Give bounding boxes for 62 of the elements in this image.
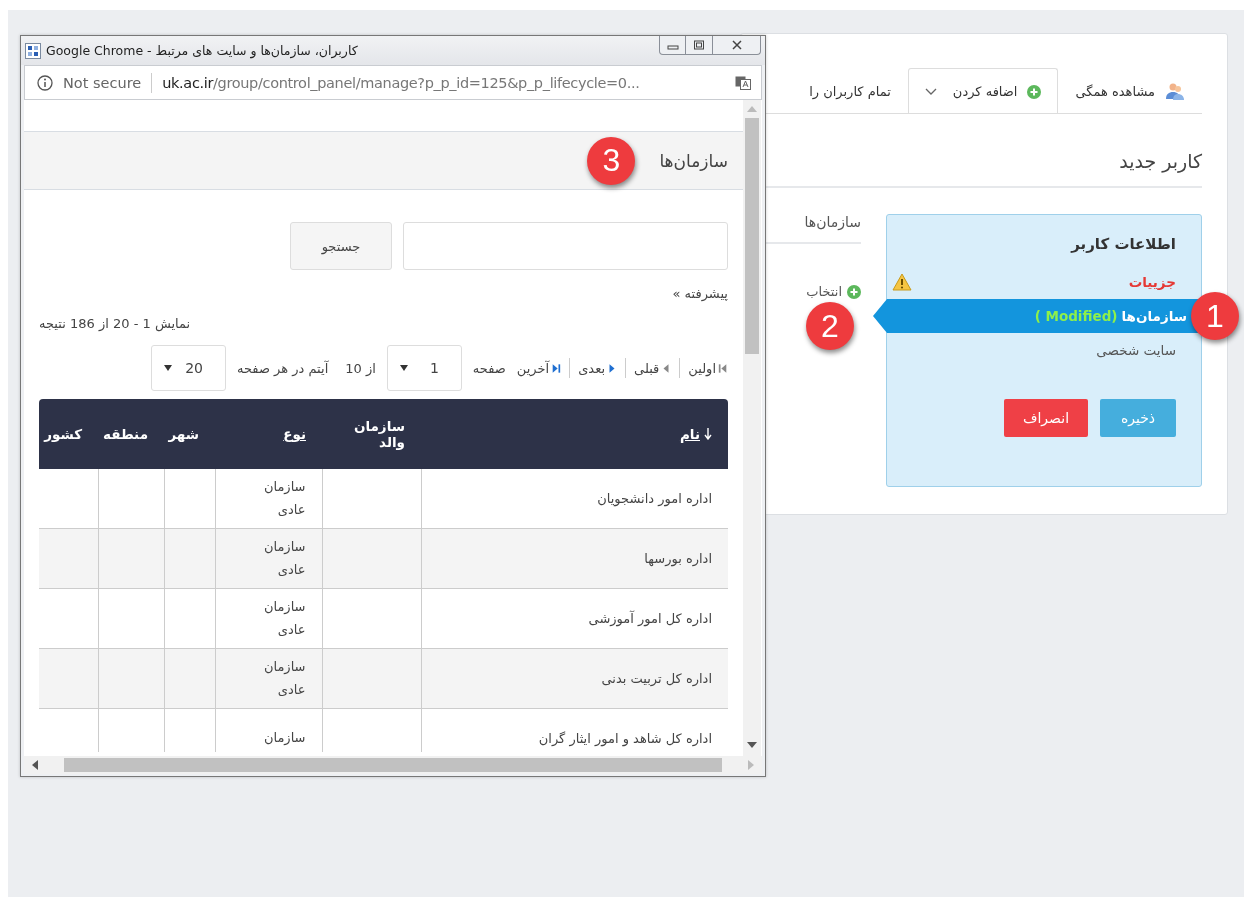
scroll-left-icon[interactable] xyxy=(32,760,38,770)
plus-icon xyxy=(847,284,861,299)
window-title: کاربران، سازمان‌ها و سایت های مرتبط - Google Chrome xyxy=(46,43,358,58)
previous-icon xyxy=(661,362,672,374)
restore-icon xyxy=(693,40,705,50)
table-cell-text: سازمان عادی xyxy=(262,597,306,639)
column-header[interactable]: نام xyxy=(421,399,728,469)
column-header: شهر xyxy=(164,399,215,469)
warning-icon xyxy=(892,273,912,291)
column-header[interactable]: نوع xyxy=(215,399,322,469)
plus-icon xyxy=(1027,84,1042,99)
maximize-button[interactable] xyxy=(686,36,713,55)
app-icon xyxy=(25,42,41,59)
column-header: سازمان والد xyxy=(322,399,421,469)
page-count: از 10 xyxy=(345,360,376,376)
caret-icon xyxy=(163,365,172,371)
info-icon[interactable] xyxy=(37,74,53,91)
column-header: منطقه xyxy=(98,399,164,469)
per-page-label: آیتم در هر صفحه xyxy=(236,360,329,376)
section-title: سازمان‌ها xyxy=(659,150,728,171)
column-header: کشور xyxy=(39,399,98,469)
advanced-link[interactable]: پیشرفته » xyxy=(672,286,728,301)
sort-arrow-icon xyxy=(704,427,712,440)
pager-link[interactable]: بعدی xyxy=(578,360,618,376)
security-label: Not secure xyxy=(63,74,142,91)
users-icon xyxy=(1165,81,1185,101)
select-link[interactable]: انتخاب xyxy=(806,284,842,299)
first-page-icon xyxy=(718,362,728,374)
vertical-scrollbar[interactable] xyxy=(743,100,761,756)
tab[interactable]: مشاهده همگی xyxy=(1058,68,1202,113)
number-badge: 2 xyxy=(806,302,854,350)
pager-link[interactable]: قبلی xyxy=(634,360,672,376)
close-icon xyxy=(730,40,743,50)
scroll-up-icon[interactable] xyxy=(747,106,757,112)
button[interactable]: انصراف xyxy=(1004,399,1088,437)
scroll-down-icon[interactable] xyxy=(747,742,757,748)
search-field[interactable] xyxy=(403,222,728,270)
page-select[interactable]: 1 xyxy=(386,345,462,391)
scroll-right-icon[interactable] xyxy=(748,760,754,770)
table-cell-text: سازمان xyxy=(262,729,306,748)
tab[interactable]: تمام کاربران را xyxy=(792,68,908,113)
tab[interactable]: اضافه کردن xyxy=(907,68,1059,113)
search-button[interactable]: جستجو xyxy=(290,222,392,270)
caret-icon xyxy=(399,365,408,371)
pager-link[interactable]: اولین xyxy=(688,360,728,376)
table-cell: اداره بورسها xyxy=(421,528,728,589)
last-page-icon xyxy=(551,362,562,374)
url-text[interactable]: uk.ac.ir/group/control_panel/manage?p_p_id=125&p_p_lifecycle=0... xyxy=(162,74,640,91)
results-count: نمایش 1 - 20 از 186 نتیجه xyxy=(39,316,191,331)
number-badge: 1 xyxy=(1191,292,1239,340)
table-cell-text: سازمان عادی xyxy=(262,537,306,579)
table-cell-text: سازمان عادی xyxy=(262,657,306,699)
table-cell: اداره امور دانشجویان xyxy=(421,469,728,529)
table-cell-text: سازمان عادی xyxy=(262,477,306,519)
translate-icon[interactable] xyxy=(735,74,751,91)
pager-link[interactable]: آخرین xyxy=(516,360,562,376)
page-label: صفحه xyxy=(472,360,506,376)
number-badge: 3 xyxy=(587,136,636,185)
table-cell: اداره کل امور آموزشی xyxy=(421,588,728,649)
table-cell: اداره کل تربیت بدنی xyxy=(421,648,728,709)
per-page-select[interactable]: 20 xyxy=(150,345,226,391)
card-heading: اطلاعات کاربر xyxy=(1069,235,1177,255)
